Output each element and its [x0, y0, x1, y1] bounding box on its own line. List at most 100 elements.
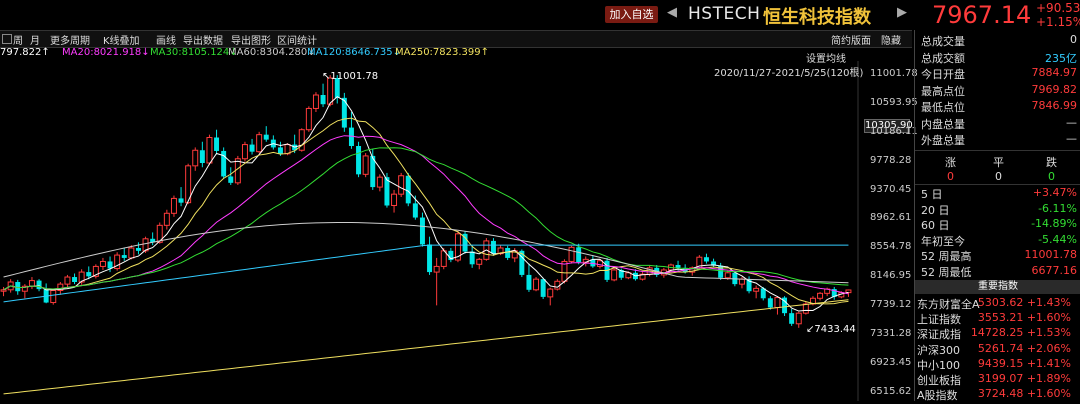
candle-body — [554, 280, 561, 290]
candle-body — [405, 175, 411, 204]
index-row[interactable]: 沪深300 5261.74 +2.06% — [917, 342, 1073, 358]
quote-row: 最高点位 7969.82 — [921, 83, 1077, 99]
index-row[interactable]: 中小100 9439.15 +1.41% — [917, 357, 1073, 373]
candle-body — [767, 298, 773, 308]
quote-row: 总成交量 0 — [921, 33, 1077, 49]
candle-body — [476, 258, 483, 265]
y-tick-label: 10593.95 — [870, 96, 918, 108]
index-code: HSTECH — [688, 4, 761, 24]
row-value: -5.44% — [1038, 232, 1077, 246]
tb-more-periods[interactable]: 更多周期 — [50, 32, 90, 47]
candle-body — [817, 292, 824, 299]
candle-body — [0, 289, 7, 292]
row-value: 6677.16 — [1031, 264, 1078, 277]
candle-body — [128, 247, 135, 259]
tb-simple-layout[interactable]: 简约版面 — [831, 32, 871, 47]
row-value: 7969.82 — [1031, 82, 1078, 96]
row-label: 最高点位 — [921, 84, 965, 98]
index-name: 东方财富全A — [917, 298, 980, 311]
candle-body — [611, 269, 618, 281]
prev-arrow-icon[interactable]: ◀ — [667, 5, 677, 20]
toolbar-grid-icon[interactable] — [2, 34, 12, 44]
y-tick-label: 6515.62 — [870, 385, 912, 397]
important-indices-title: 重要指数 — [915, 280, 1080, 294]
ma-legend-item: MA30:8105.124↓ — [150, 47, 238, 58]
index-row[interactable]: 东方财富全A 5303.62 +1.43% — [917, 296, 1073, 312]
index-value: 9439.15 +1.41% — [977, 356, 1071, 370]
candle-body — [312, 94, 319, 109]
ma-legend-item: MA120:8646.735↓ — [307, 47, 402, 58]
candle-body — [170, 197, 177, 214]
index-name: 创业板指 — [917, 374, 961, 387]
kline-chart[interactable]: ↖11001.78 ↙7433.44 — [0, 61, 912, 401]
tb-week[interactable]: 周 — [13, 32, 23, 47]
quote-row: 最低点位 7846.99 — [921, 99, 1077, 115]
tb-export-data[interactable]: 导出数据 — [183, 32, 223, 47]
row-label: 5 日 — [921, 188, 943, 201]
candle-body — [568, 246, 575, 262]
row-label: 外盘总量 — [921, 134, 965, 147]
candle-body — [86, 272, 92, 277]
ma-legend-item: MA60:8304.280↓ — [228, 47, 316, 58]
row-label: 52 周最低 — [921, 266, 972, 279]
candle-body — [277, 147, 283, 154]
date-range-label: 2020/11/27-2021/5/25(120根) — [714, 68, 864, 79]
perf-row: 60 日 -14.89% — [921, 217, 1077, 233]
tb-export-graph[interactable]: 导出图形 — [231, 32, 271, 47]
index-value: 3553.21 +1.60% — [977, 311, 1071, 325]
candle-body — [15, 282, 21, 292]
tb-range-stats[interactable]: 区间统计 — [277, 32, 317, 47]
price-change: +90.53 — [1036, 1, 1080, 15]
row-value: +3.47% — [1032, 186, 1077, 199]
candle-body — [724, 272, 731, 279]
candle-body — [362, 155, 369, 175]
candle-body — [802, 303, 809, 314]
candle-body — [412, 203, 418, 218]
index-name: 上证指数 — [917, 313, 961, 327]
index-value: 5261.74 +2.06% — [977, 341, 1071, 355]
index-value: 3724.48 +1.60% — [977, 387, 1071, 401]
chart-toolbar: 周 月 更多周期 K线叠加 画线 导出数据 导出图形 区间统计 简约版面 隐藏 — [0, 30, 912, 48]
index-name: 沪深300 — [917, 343, 960, 357]
candle-body — [547, 288, 554, 298]
index-name: 深证成指 — [917, 328, 961, 342]
quote-panel: 重要指数 总成交量 0 总成交额 235亿 今日开盘 7884.97 最高点位 7969.82… — [914, 30, 1080, 402]
candle-body — [214, 137, 220, 151]
candle-body — [107, 261, 113, 269]
row-label: 52 周最高 — [921, 250, 972, 264]
row-label: 年初至今 — [921, 234, 965, 248]
candle-body — [36, 280, 42, 290]
ma-legend-item: MA20:8021.918↓ — [62, 47, 150, 58]
candle-body — [505, 248, 511, 258]
tb-month[interactable]: 月 — [30, 32, 40, 47]
quote-row: 外盘总量 — — [921, 132, 1077, 148]
index-name: 中小100 — [917, 358, 960, 372]
set-ma-button[interactable]: 设置均线 — [806, 50, 846, 65]
tb-draw-line[interactable]: 画线 — [156, 32, 176, 47]
candle-body — [774, 297, 781, 308]
candle-body — [234, 158, 241, 184]
quote-row: 今日开盘 7884.97 — [921, 66, 1077, 82]
candle-body — [753, 287, 760, 292]
tb-hide[interactable]: 隐藏 — [881, 32, 901, 47]
price-change-pct: +1.15% — [1036, 15, 1080, 29]
candle-body — [241, 144, 248, 160]
kline-svg[interactable]: ↖11001.78 ↙7433.44 — [0, 61, 912, 401]
index-value: 3199.07 +1.89% — [977, 372, 1071, 385]
next-arrow-icon[interactable]: ▶ — [897, 5, 907, 20]
perf-row: 20 日 -6.11% — [921, 202, 1077, 218]
candle-body — [795, 312, 802, 325]
row-value: — — [1066, 132, 1077, 145]
candle-body — [305, 107, 312, 131]
ma-legend-item: MA250:7823.399↑ — [395, 47, 490, 58]
tb-kline-overlay[interactable]: K线叠加 — [103, 32, 140, 47]
candle-body — [675, 265, 681, 268]
add-favorite-button[interactable]: 加入自选 — [605, 6, 658, 23]
updown-cell: 涨 — [945, 156, 956, 169]
y-tick-label: 10186.11 — [870, 125, 918, 137]
index-row[interactable]: 创业板指 3199.07 +1.89% — [917, 372, 1073, 388]
perf-row: 5 日 +3.47% — [921, 186, 1077, 202]
index-row[interactable]: 上证指数 3553.21 +1.60% — [917, 311, 1073, 327]
row-label: 20 日 — [921, 203, 950, 217]
index-row[interactable]: 深证成指 14728.25 +1.53% — [917, 326, 1073, 342]
